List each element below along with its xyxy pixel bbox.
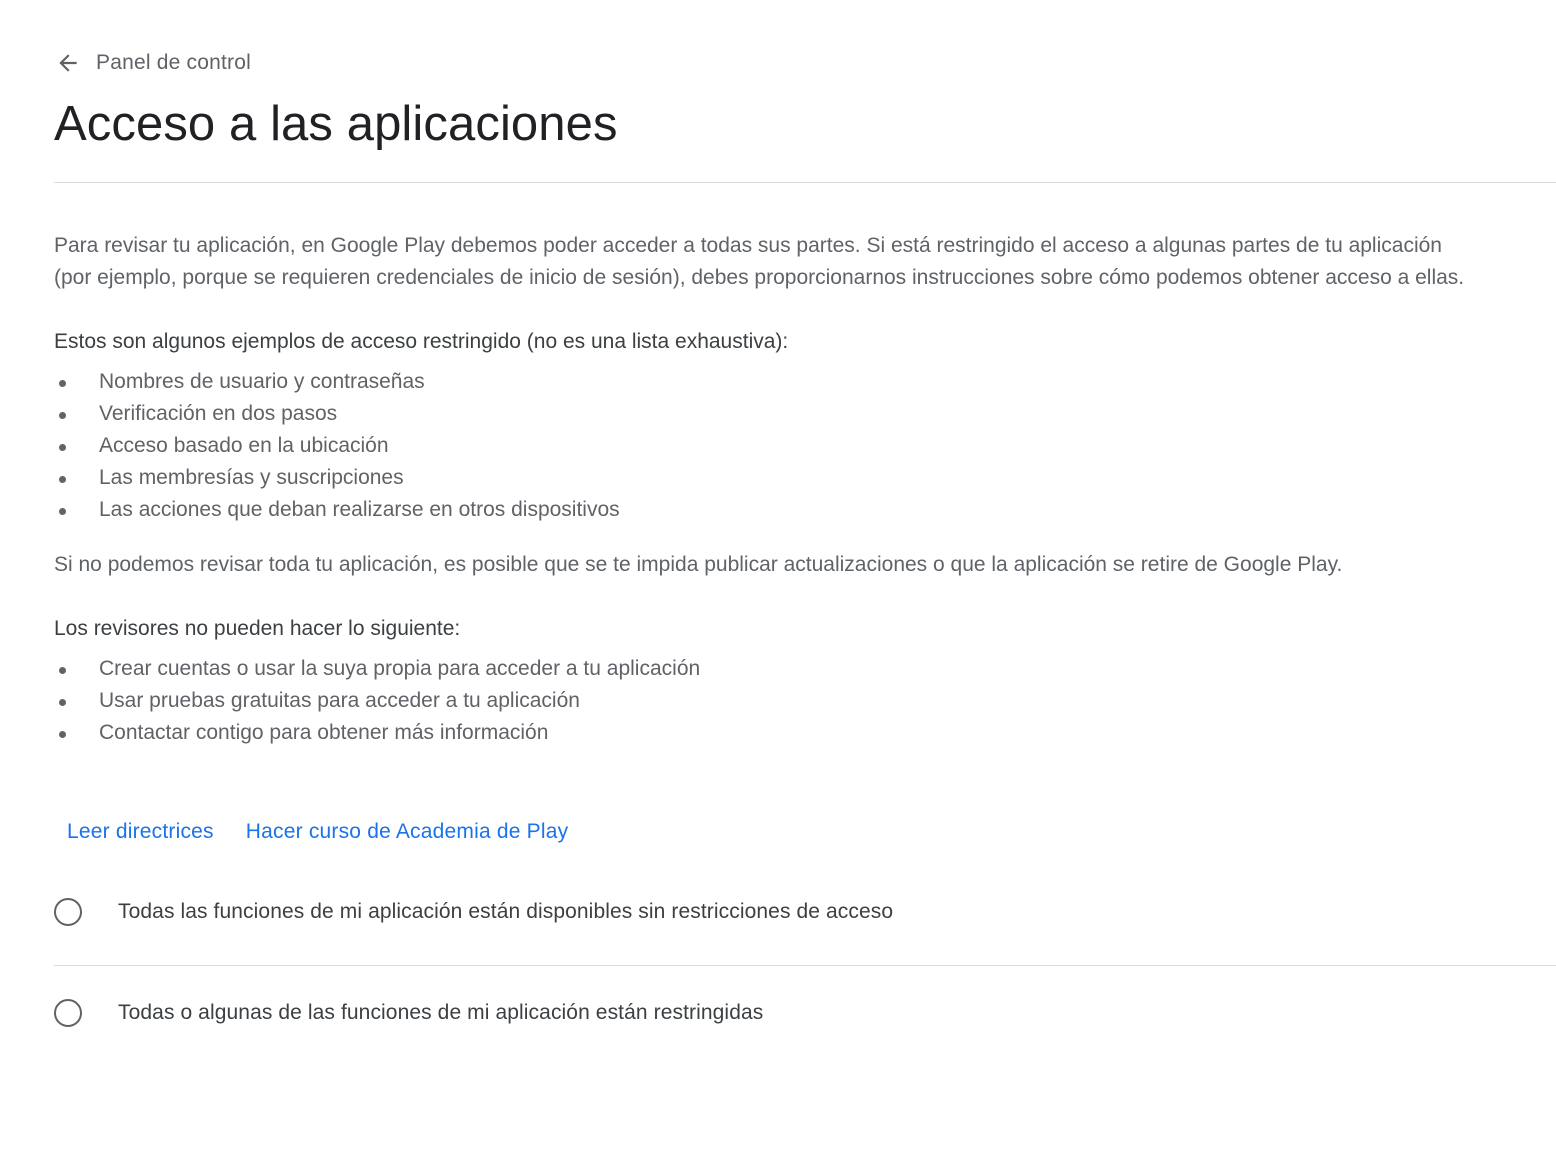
list-item: Contactar contigo para obtener más infor… [54,717,1494,749]
list-item: Verificación en dos pasos [54,398,1494,430]
intro-paragraph: Para revisar tu aplicación, en Google Pl… [54,234,1465,289]
page-title: Acceso a las aplicaciones [54,97,618,151]
list-item-text: Nombres de usuario y contraseñas [99,370,425,393]
bullet-icon [59,667,66,674]
list-item: Crear cuentas o usar la suya propia para… [54,653,1494,685]
examples-heading: Estos son algunos ejemplos de acceso res… [54,330,789,353]
list-item-text: Usar pruebas gratuitas para acceder a tu… [99,689,580,712]
bullet-icon [59,731,66,738]
bullet-icon [59,508,66,515]
bullet-icon [59,444,66,451]
app-access-page: Panel de control Acceso a las aplicacion… [0,0,1556,1170]
back-link-label: Panel de control [96,51,251,74]
list-item-text: Verificación en dos pasos [99,402,338,425]
bullet-icon [59,380,66,387]
back-to-dashboard-link[interactable]: Panel de control [54,48,251,78]
list-item: Las acciones que deban realizarse en otr… [54,494,1494,526]
option-all-available[interactable]: Todas las funciones de mi aplicación est… [54,898,893,926]
list-item: Usar pruebas gratuitas para acceder a tu… [54,685,1494,717]
examples-list: Nombres de usuario y contraseñas Verific… [54,366,1494,526]
warning-paragraph: Si no podemos revisar toda tu aplicación… [54,553,1343,576]
read-guidelines-link[interactable]: Leer directrices [54,818,227,846]
radio-button-unchecked[interactable] [54,999,82,1027]
list-item: Las membresías y suscripciones [54,462,1494,494]
bullet-icon [59,699,66,706]
reviewers-list: Crear cuentas o usar la suya propia para… [54,653,1494,749]
option-label: Todas o algunas de las funciones de mi a… [118,1001,764,1024]
content-section: Para revisar tu aplicación, en Google Pl… [54,230,1494,749]
option-label: Todas las funciones de mi aplicación est… [118,900,894,923]
list-item-text: Acceso basado en la ubicación [99,434,389,457]
header-divider [54,182,1556,183]
list-item-text: Crear cuentas o usar la suya propia para… [99,657,701,680]
options-divider [54,965,1556,966]
radio-button-unchecked[interactable] [54,898,82,926]
list-item-text: Contactar contigo para obtener más infor… [99,721,549,744]
reviewers-heading: Los revisores no pueden hacer lo siguien… [54,617,461,640]
list-item-text: Las acciones que deban realizarse en otr… [99,498,620,521]
play-academy-course-link[interactable]: Hacer curso de Academia de Play [233,818,582,846]
option-restricted[interactable]: Todas o algunas de las funciones de mi a… [54,999,763,1027]
arrow-left-icon [54,49,82,77]
help-links: Leer directrices Hacer curso de Academia… [54,818,581,846]
list-item: Acceso basado en la ubicación [54,430,1494,462]
bullet-icon [59,412,66,419]
list-item: Nombres de usuario y contraseñas [54,366,1494,398]
bullet-icon [59,476,66,483]
list-item-text: Las membresías y suscripciones [99,466,404,489]
